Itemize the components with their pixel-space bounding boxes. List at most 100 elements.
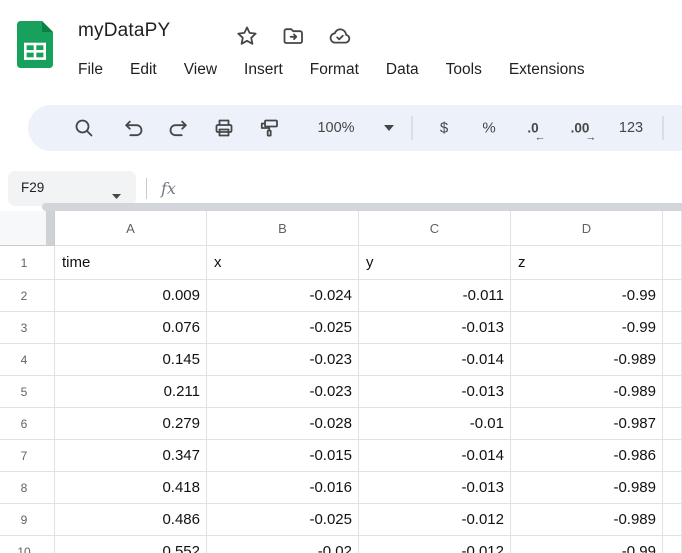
cloud-check-icon[interactable]	[327, 24, 351, 48]
row-header-3[interactable]: 3	[0, 312, 55, 344]
name-box[interactable]: F29	[8, 171, 136, 206]
cell-A4[interactable]: 0.145	[55, 344, 207, 376]
cell-D1[interactable]: z	[511, 246, 663, 280]
document-title[interactable]: myDataPY	[78, 20, 170, 42]
percent-format-button[interactable]: %	[482, 120, 495, 137]
cell-B1[interactable]: x	[207, 246, 359, 280]
cell-B7[interactable]: -0.015	[207, 440, 359, 472]
arrow-left-icon: ←	[535, 132, 546, 144]
menu-tools[interactable]: Tools	[446, 61, 482, 79]
cell-C9[interactable]: -0.012	[359, 504, 511, 536]
menu-file[interactable]: File	[78, 61, 103, 79]
cell-E9[interactable]	[663, 504, 682, 536]
cell-C3[interactable]: -0.013	[359, 312, 511, 344]
cell-E10[interactable]	[663, 536, 682, 553]
currency-format-button[interactable]: $	[440, 120, 448, 137]
cell-B4[interactable]: -0.023	[207, 344, 359, 376]
cell-D8[interactable]: -0.989	[511, 472, 663, 504]
search-icon[interactable]	[72, 116, 96, 140]
cell-D3[interactable]: -0.99	[511, 312, 663, 344]
formula-input[interactable]	[185, 171, 675, 206]
cell-A6[interactable]: 0.279	[55, 408, 207, 440]
cell-E1[interactable]	[663, 246, 682, 280]
menu-extensions[interactable]: Extensions	[509, 61, 585, 79]
column-header-D[interactable]: D	[511, 211, 663, 246]
cell-C1[interactable]: y	[359, 246, 511, 280]
decrease-decimal-button[interactable]: .0←	[527, 121, 538, 136]
cell-B8[interactable]: -0.016	[207, 472, 359, 504]
cell-B5[interactable]: -0.023	[207, 376, 359, 408]
cell-D6[interactable]: -0.987	[511, 408, 663, 440]
row-header-4[interactable]: 4	[0, 344, 55, 376]
paint-format-icon[interactable]	[257, 116, 281, 140]
cell-A7[interactable]: 0.347	[55, 440, 207, 472]
select-all-corner[interactable]	[0, 211, 55, 246]
cell-C7[interactable]: -0.014	[359, 440, 511, 472]
cell-A5[interactable]: 0.211	[55, 376, 207, 408]
cell-A3[interactable]: 0.076	[55, 312, 207, 344]
cell-E5[interactable]	[663, 376, 682, 408]
cell-C2[interactable]: -0.011	[359, 280, 511, 312]
toolbar-divider	[663, 116, 664, 140]
column-header-A[interactable]: A	[55, 211, 207, 246]
sheets-logo-icon[interactable]	[17, 21, 53, 73]
move-folder-icon[interactable]	[281, 24, 305, 48]
increase-decimal-button[interactable]: .00→	[571, 121, 590, 136]
column-header-C[interactable]: C	[359, 211, 511, 246]
cell-A2[interactable]: 0.009	[55, 280, 207, 312]
row-header-7[interactable]: 7	[0, 440, 55, 472]
cell-E8[interactable]	[663, 472, 682, 504]
cell-A9[interactable]: 0.486	[55, 504, 207, 536]
row-header-9[interactable]: 9	[0, 504, 55, 536]
cell-D2[interactable]: -0.99	[511, 280, 663, 312]
arrow-right-icon: →	[585, 132, 596, 144]
cell-C10[interactable]: -0.012	[359, 536, 511, 553]
formula-bar-divider	[146, 178, 147, 199]
cell-C4[interactable]: -0.014	[359, 344, 511, 376]
cell-B6[interactable]: -0.028	[207, 408, 359, 440]
cell-E4[interactable]	[663, 344, 682, 376]
cell-B3[interactable]: -0.025	[207, 312, 359, 344]
row-header-2[interactable]: 2	[0, 280, 55, 312]
menu-insert[interactable]: Insert	[244, 61, 283, 79]
cell-B10[interactable]: -0.02	[207, 536, 359, 553]
cell-C5[interactable]: -0.013	[359, 376, 511, 408]
cell-A8[interactable]: 0.418	[55, 472, 207, 504]
zoom-select[interactable]: 100%	[317, 120, 354, 136]
menu-edit[interactable]: Edit	[130, 61, 157, 79]
row-header-1[interactable]: 1	[0, 246, 55, 280]
cell-D5[interactable]: -0.989	[511, 376, 663, 408]
menu-view[interactable]: View	[184, 61, 217, 79]
menu-format[interactable]: Format	[310, 61, 359, 79]
chevron-down-icon[interactable]	[384, 125, 394, 131]
row-header-8[interactable]: 8	[0, 472, 55, 504]
cell-D9[interactable]: -0.989	[511, 504, 663, 536]
star-icon[interactable]	[235, 24, 259, 48]
cell-D4[interactable]: -0.989	[511, 344, 663, 376]
undo-icon[interactable]	[122, 116, 146, 140]
cell-D10[interactable]: -0.99	[511, 536, 663, 553]
menu-data[interactable]: Data	[386, 61, 419, 79]
column-header-B[interactable]: B	[207, 211, 359, 246]
cell-B9[interactable]: -0.025	[207, 504, 359, 536]
cell-E7[interactable]	[663, 440, 682, 472]
cell-A1[interactable]: time	[55, 246, 207, 280]
cell-E3[interactable]	[663, 312, 682, 344]
name-box-value: F29	[21, 180, 44, 195]
more-formats-button[interactable]: 123	[619, 120, 643, 136]
row-header-6[interactable]: 6	[0, 408, 55, 440]
cell-E2[interactable]	[663, 280, 682, 312]
row-header-5[interactable]: 5	[0, 376, 55, 408]
cell-A10[interactable]: 0.552	[55, 536, 207, 553]
chevron-down-icon[interactable]	[112, 186, 121, 204]
cell-E6[interactable]	[663, 408, 682, 440]
cell-B2[interactable]: -0.024	[207, 280, 359, 312]
row-header-10[interactable]: 10	[0, 536, 55, 553]
cell-D7[interactable]: -0.986	[511, 440, 663, 472]
cell-C6[interactable]: -0.01	[359, 408, 511, 440]
print-icon[interactable]	[212, 116, 236, 140]
redo-icon[interactable]	[166, 116, 190, 140]
column-header-E[interactable]	[663, 211, 682, 246]
toolbar: 100% $ % .0← .00→ 123 De	[28, 105, 682, 151]
cell-C8[interactable]: -0.013	[359, 472, 511, 504]
